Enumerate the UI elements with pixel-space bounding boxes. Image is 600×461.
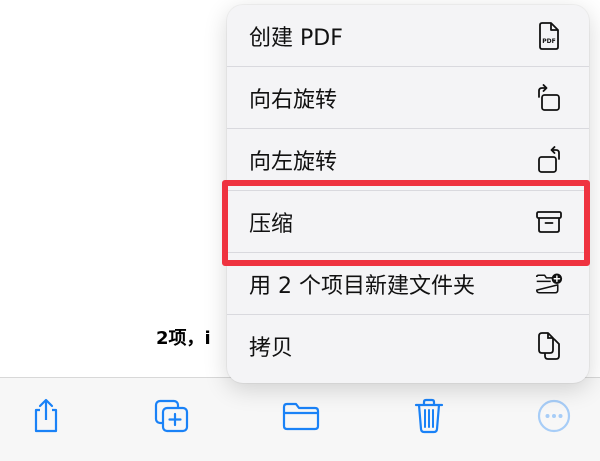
menu-item-copy[interactable]: 拷贝 <box>227 315 589 377</box>
pdf-icon: PDF <box>535 21 563 50</box>
pdf-icon-text: PDF <box>542 38 555 45</box>
menu-item-rotate-left[interactable]: 向左旋转 <box>227 129 589 191</box>
share-button[interactable] <box>26 396 66 436</box>
menu-item-label: 用 2 个项目新建文件夹 <box>249 273 475 299</box>
menu-item-create-pdf[interactable]: 创建 PDF PDF <box>227 5 589 67</box>
duplicate-button[interactable] <box>152 396 192 436</box>
menu-item-label: 向左旋转 <box>249 149 338 175</box>
menu-item-new-folder-with-items[interactable]: 用 2 个项目新建文件夹 <box>227 253 589 315</box>
menu-item-label: 创建 PDF <box>249 25 343 51</box>
menu-item-rotate-right[interactable]: 向右旋转 <box>227 67 589 129</box>
copy-docs-icon <box>535 332 563 360</box>
menu-item-compress[interactable]: 压缩 <box>227 191 589 253</box>
archive-box-icon <box>535 208 563 236</box>
delete-button[interactable] <box>409 396 449 436</box>
menu-item-label: 压缩 <box>249 211 294 237</box>
trash-icon <box>414 398 444 434</box>
more-button[interactable] <box>534 396 574 436</box>
bottom-toolbar <box>0 377 600 461</box>
selection-status-text: 2项，i <box>156 328 211 349</box>
move-to-folder-button[interactable] <box>281 396 321 436</box>
rotate-right-icon <box>535 83 563 112</box>
folder-icon <box>282 402 320 431</box>
rotate-left-icon <box>535 145 563 174</box>
share-icon <box>34 398 58 433</box>
context-menu: 创建 PDF PDF 向右旋转 向左旋转 压缩 用 2 个项目新建文件夹 拷贝 <box>227 5 589 383</box>
more-icon <box>537 399 571 433</box>
duplicate-icon <box>154 399 189 433</box>
menu-item-label: 向右旋转 <box>249 87 338 113</box>
folder-badge-plus-icon <box>535 270 563 298</box>
menu-item-label: 拷贝 <box>249 336 294 361</box>
